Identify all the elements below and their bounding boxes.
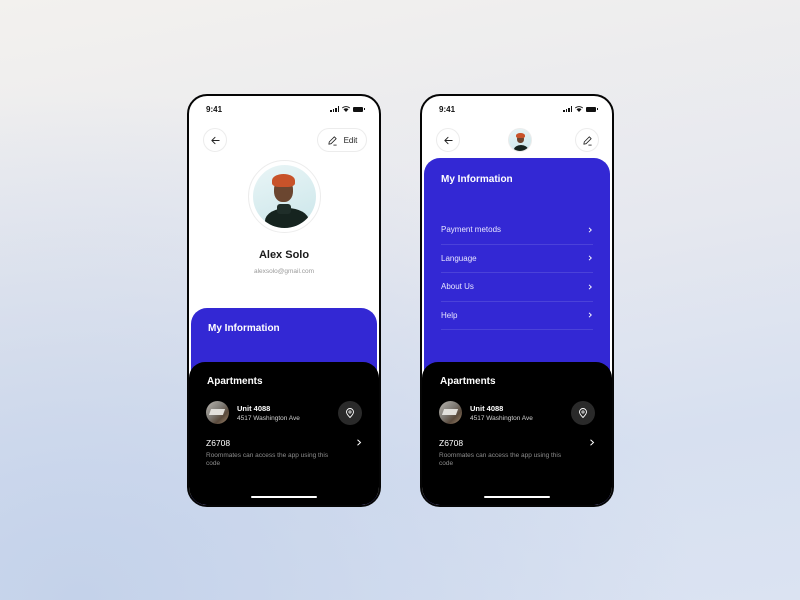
menu-item-payment-methods[interactable]: Payment metods [441,216,593,245]
chevron-right-icon [588,227,592,233]
menu-item-language[interactable]: Language [441,245,593,273]
map-pin-icon [579,407,587,418]
back-button[interactable] [203,128,227,152]
apartments-panel: Apartments Unit 4088 4517 Washington Ave… [422,362,612,505]
chevron-right-icon [588,255,592,261]
status-time: 9:41 [439,104,456,114]
profile-avatar[interactable] [248,160,321,233]
location-button[interactable] [571,400,595,425]
apartment-thumbnail [206,401,229,424]
edit-label: Edit [343,135,358,145]
roommate-code-description: Roommates can access the app using this … [206,452,329,468]
chevron-right-icon [590,439,595,446]
profile-name: Alex Solo [258,249,310,261]
apartments-panel: Apartments Unit 4088 4517 Washington Ave… [189,362,379,505]
roommate-code: Z6708 [206,438,231,448]
status-time: 9:41 [206,104,223,114]
roommate-code-row[interactable]: Z6708 Roommates can access the app using… [206,438,362,469]
arrow-left-icon [443,136,453,144]
menu-item-about-us[interactable]: About Us [441,273,593,302]
back-button[interactable] [436,128,460,152]
profile-avatar-small[interactable] [508,128,532,152]
profile-email: alexsolo@gmail.com [253,268,315,275]
my-information-title: My Information [208,323,280,334]
apartment-item[interactable]: Unit 4088 4517 Washington Ave [206,400,362,425]
map-pin-icon [346,407,354,418]
avatar-photo [253,165,316,228]
home-indicator [251,495,317,498]
menu-item-label: Payment metods [441,225,502,235]
wifi-icon [575,106,583,112]
edit-button[interactable]: Edit [317,128,367,152]
apartment-unit: Unit 4088 [237,403,271,413]
pencil-icon [328,135,337,145]
edit-button[interactable] [575,128,599,152]
chevron-right-icon [357,439,362,446]
my-information-title: My Information [441,174,513,185]
wifi-icon [342,106,350,112]
apartment-thumbnail [439,401,462,424]
roommate-code: Z6708 [439,438,464,448]
roommate-code-row[interactable]: Z6708 Roommates can access the app using… [439,438,595,469]
roommate-code-description: Roommates can access the app using this … [439,452,562,468]
menu-item-help[interactable]: Help [441,302,593,330]
battery-icon [353,106,365,112]
status-bar: 9:41 [189,96,379,122]
information-menu: Payment metods Language About Us Help [441,216,593,330]
pencil-icon [582,135,592,145]
menu-item-label: Help [441,310,458,320]
apartment-unit: Unit 4088 [470,403,504,413]
signal-icon [563,106,572,112]
status-bar: 9:41 [422,96,612,122]
apartment-address: 4517 Washington Ave [470,414,533,422]
apartments-title: Apartments [440,376,496,387]
arrow-left-icon [210,136,220,144]
home-indicator [484,495,550,498]
signal-icon [330,106,339,112]
phone-screen-profile: 9:41 Edit Alex Solo alexsolo@gmail.com M… [187,94,381,507]
chevron-right-icon [588,284,592,290]
location-button[interactable] [338,400,362,425]
battery-icon [586,106,598,112]
apartments-title: Apartments [207,376,263,387]
chevron-right-icon [588,312,592,318]
menu-item-label: About Us [441,282,474,292]
apartment-item[interactable]: Unit 4088 4517 Washington Ave [439,400,595,425]
apartment-address: 4517 Washington Ave [237,414,300,422]
menu-item-label: Language [441,253,477,263]
phone-screen-information: 9:41 My Information Payment metods Langu… [420,94,614,507]
